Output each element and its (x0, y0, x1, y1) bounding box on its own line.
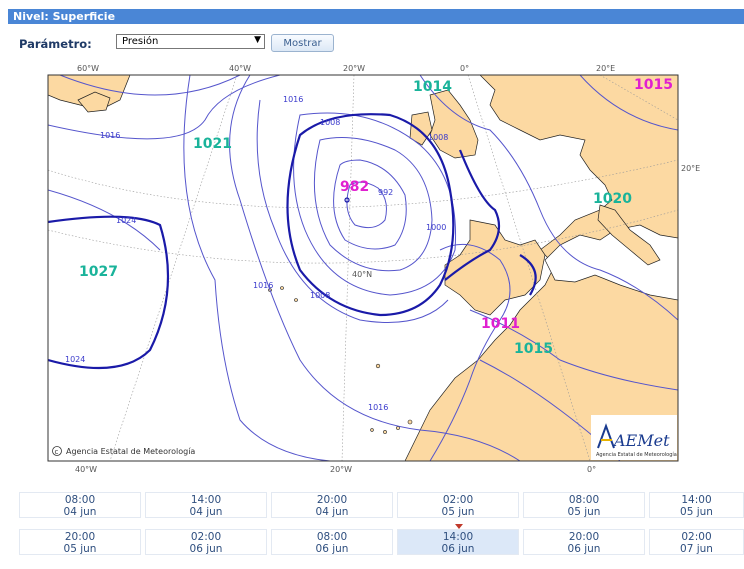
lon-label: 20°E (596, 64, 615, 73)
time-slot-date: 05 jun (567, 506, 601, 518)
time-slot[interactable]: 14:00 05 jun (649, 492, 744, 518)
lon-label: 20°W (330, 465, 352, 474)
isobar-label: 1016 (253, 281, 273, 290)
credit-text: Agencia Estatal de Meteorología (66, 447, 195, 456)
lon-label: 60°W (77, 64, 99, 73)
time-slot-date: 06 jun (441, 543, 475, 555)
parameter-select[interactable]: Presión ▼ (116, 34, 265, 49)
time-slot-date: 04 jun (63, 506, 97, 518)
time-slot[interactable]: 08:00 05 jun (523, 492, 645, 518)
isobar-label: 1000 (426, 223, 446, 232)
pressure-center-label: 1020 (593, 191, 632, 207)
show-button[interactable]: Mostrar (271, 34, 334, 52)
copyright-credit: c Agencia Estatal de Meteorología (52, 446, 195, 456)
time-slot[interactable]: 08:00 06 jun (271, 529, 393, 555)
time-slot[interactable]: 02:00 07 jun (649, 529, 744, 555)
time-slot-date: 06 jun (567, 543, 601, 555)
time-slot-selected[interactable]: 14:00 06 jun (397, 529, 519, 555)
time-slot-hour: 14:00 (681, 494, 712, 506)
time-slot-date: 06 jun (315, 543, 349, 555)
level-title: Nivel: Superficie (13, 10, 116, 23)
svg-text:c: c (55, 448, 59, 456)
logo-subtext: Agencia Estatal de Meteorología (596, 451, 677, 458)
isobar-label: 992 (378, 188, 393, 197)
lon-label: 0° (460, 64, 469, 73)
isobar-label: 1008 (428, 133, 448, 142)
time-slot-hour: 20:00 (316, 494, 348, 506)
isobar-label: 1016 (368, 403, 388, 412)
time-slot-date: 04 jun (189, 506, 223, 518)
time-slot-date: 05 jun (680, 506, 713, 518)
isobar-label: 1024 (65, 355, 85, 364)
pressure-center-label: 1014 (413, 79, 452, 95)
time-slot-date: 06 jun (189, 543, 223, 555)
time-slot-hour: 20:00 (64, 531, 96, 543)
pressure-center-label: 1021 (193, 136, 232, 152)
lat-label: 40°N (352, 270, 372, 279)
time-slot-hour: 08:00 (64, 494, 96, 506)
chevron-down-icon: ▼ (254, 35, 261, 45)
time-slot-hour: 08:00 (568, 494, 600, 506)
time-slot-hour: 14:00 (442, 531, 474, 543)
lat-label: 20°E (681, 164, 700, 173)
time-slot[interactable]: 14:00 04 jun (145, 492, 267, 518)
parameter-label: Parámetro: (19, 37, 92, 51)
pressure-center-label: 1027 (79, 264, 118, 280)
time-slot-hour: 02:00 (190, 531, 222, 543)
time-slot-hour: 08:00 (316, 531, 348, 543)
lon-label: 0° (587, 465, 596, 474)
time-slot-hour: 02:00 (681, 531, 712, 543)
lon-label: 40°W (75, 465, 97, 474)
time-slot[interactable]: 08:00 04 jun (19, 492, 141, 518)
isobar-label: 1008 (320, 118, 340, 127)
time-slot-hour: 02:00 (442, 494, 474, 506)
pressure-center-label: 982 (340, 179, 369, 195)
time-slot[interactable]: 02:00 06 jun (145, 529, 267, 555)
time-slot-date: 05 jun (63, 543, 97, 555)
isobar-label: 1008 (310, 291, 330, 300)
isobar-label: 1024 (116, 216, 136, 225)
lon-label: 40°W (229, 64, 251, 73)
logo-text: AEMet (612, 431, 670, 450)
level-header-bar: Nivel: Superficie (8, 9, 744, 24)
parameter-select-value: Presión (122, 36, 159, 47)
pressure-center-label: 1015 (514, 341, 553, 357)
time-slot-date: 07 jun (680, 543, 713, 555)
aemet-logo: AEMet Agencia Estatal de Meteorología (591, 415, 677, 460)
isobar-label: 1016 (100, 131, 120, 140)
pressure-center-label: 1011 (481, 316, 520, 332)
lon-label: 20°W (343, 64, 365, 73)
pressure-center-label: 1015 (634, 77, 673, 93)
time-slot[interactable]: 20:00 04 jun (271, 492, 393, 518)
time-slot-hour: 14:00 (190, 494, 222, 506)
time-slot-date: 05 jun (441, 506, 475, 518)
isobar-label: 1016 (283, 95, 303, 104)
time-slot-date: 04 jun (315, 506, 349, 518)
time-slot[interactable]: 02:00 05 jun (397, 492, 519, 518)
time-slot[interactable]: 20:00 05 jun (19, 529, 141, 555)
time-slot[interactable]: 20:00 06 jun (523, 529, 645, 555)
pressure-map: 60°W 40°W 20°W 0° 20°E 40°W 20°W 0° 20°E… (47, 64, 700, 474)
time-slot-hour: 20:00 (568, 531, 600, 543)
